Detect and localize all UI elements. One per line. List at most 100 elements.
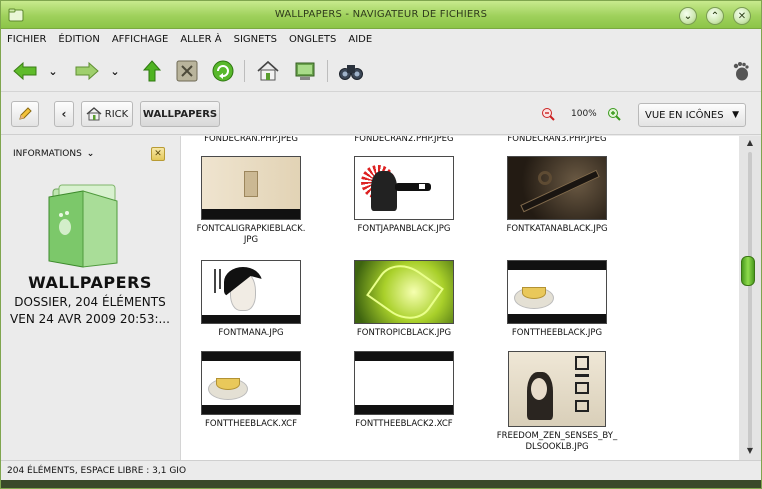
file-thumbnail xyxy=(354,260,454,324)
chevron-down-icon: ⌄ xyxy=(86,149,95,159)
file-item[interactable]: FONTMANA.JPG xyxy=(181,260,326,339)
menu-aller-a[interactable]: ALLER À xyxy=(180,34,221,45)
crumb-back-button[interactable]: ‹ xyxy=(54,101,74,127)
crumb-home-label: RICK xyxy=(104,108,129,120)
file-name: FONTROPICBLACK.JPG xyxy=(356,328,452,338)
scroll-down-button[interactable]: ▼ xyxy=(742,446,758,458)
icon-view[interactable]: FONDECRAN.PHP.JPEG FONDECRAN2.PHP.JPEG F… xyxy=(180,136,739,460)
zoom-in-button[interactable] xyxy=(607,107,621,124)
crumb-home[interactable]: RICK xyxy=(81,101,133,127)
main-toolbar: ⌄ ⌄ xyxy=(1,50,761,92)
file-name: FONTJAPANBLACK.JPG xyxy=(357,224,451,234)
zoom-level[interactable]: 100% xyxy=(571,109,597,119)
zoom-in-icon xyxy=(608,108,621,121)
toolbar-separator xyxy=(244,60,245,82)
crumb-current-label: WALLPAPERS xyxy=(142,108,218,120)
zoom-out-icon xyxy=(542,108,555,121)
home-button[interactable] xyxy=(254,58,282,84)
forward-arrow-icon xyxy=(75,61,99,81)
menu-signets[interactable]: SIGNETS xyxy=(234,34,277,45)
close-icon: ✕ xyxy=(737,10,747,22)
file-item[interactable]: FONTJAPANBLACK.JPG xyxy=(329,156,479,235)
reload-icon xyxy=(212,60,234,82)
menu-onglets[interactable]: ONGLETS xyxy=(289,34,336,45)
close-icon: ✕ xyxy=(154,149,162,159)
status-bar: 204 ÉLÉMENTS, ESPACE LIBRE : 3,1 GIO xyxy=(1,460,761,480)
desktop-strip xyxy=(1,480,761,488)
minimize-button[interactable]: ⌄ xyxy=(679,7,697,25)
vertical-scrollbar[interactable]: ▲ ▼ xyxy=(739,136,761,460)
file-name: FONTTHEEBLACK.XCF xyxy=(205,419,297,429)
zoom-out-button[interactable] xyxy=(541,107,555,124)
stop-icon xyxy=(176,60,198,82)
file-name: FREEDOM_ZEN_SENSES_BY_ DLSOOKLB.JPG xyxy=(496,431,618,452)
file-item[interactable]: FONTCALIGRAPKIEBLACK. JPG xyxy=(181,156,326,246)
file-thumbnail xyxy=(508,351,606,427)
file-item[interactable]: FONTKATANABLACK.JPG xyxy=(482,156,632,235)
back-arrow-icon xyxy=(13,61,37,81)
file-item[interactable]: FONTTHEEBLACK2.XCF xyxy=(329,351,479,430)
scroll-up-button[interactable]: ▲ xyxy=(742,138,758,150)
file-thumbnail xyxy=(201,260,301,324)
sidebar-close-button[interactable]: ✕ xyxy=(151,147,165,161)
file-item-partial[interactable]: FONDECRAN3.PHP.JPEG xyxy=(482,136,632,144)
sidebar-folder-name: WALLPAPERS xyxy=(28,273,152,292)
title-bar[interactable]: WALLPAPERS - NAVIGATEUR DE FICHIERS ⌄ ⌃ … xyxy=(1,1,761,29)
pencil-icon xyxy=(19,107,32,120)
forward-button[interactable] xyxy=(73,58,101,84)
computer-icon xyxy=(295,62,315,80)
stop-button[interactable] xyxy=(173,58,201,84)
sidebar-folder-info: DOSSIER, 204 ÉLÉMENTS xyxy=(14,295,166,309)
up-arrow-icon xyxy=(142,60,162,82)
file-thumbnail xyxy=(354,351,454,415)
file-thumbnail xyxy=(201,351,301,415)
menu-edition[interactable]: ÉDITION xyxy=(58,34,99,45)
close-button[interactable]: ✕ xyxy=(733,7,751,25)
file-name: FONTMANA.JPG xyxy=(218,328,284,338)
chevron-left-icon: ‹ xyxy=(61,107,67,121)
file-item-partial[interactable]: FONDECRAN2.PHP.JPEG xyxy=(329,136,479,144)
chevron-down-icon: ⌄ xyxy=(110,64,120,78)
info-sidebar: INFORMATIONS ⌄ ✕ WALLPAPERS DOSSIER, 204… xyxy=(1,136,179,460)
reload-button[interactable] xyxy=(209,58,237,84)
back-button[interactable] xyxy=(11,58,39,84)
home-icon xyxy=(86,107,102,121)
view-mode-select[interactable]: VUE EN ICÔNES ▼ xyxy=(638,103,746,127)
status-text: 204 ÉLÉMENTS, ESPACE LIBRE : 3,1 GIO xyxy=(7,465,187,476)
scroll-track[interactable] xyxy=(748,152,752,448)
file-name: FONTKATANABLACK.JPG xyxy=(506,224,608,234)
chevron-up-icon: ⌃ xyxy=(710,10,720,22)
forward-history-dropdown[interactable]: ⌄ xyxy=(107,58,123,84)
menu-aide[interactable]: AIDE xyxy=(348,34,372,45)
sidebar-header-label: INFORMATIONS xyxy=(13,149,82,159)
chevron-down-icon: ⌄ xyxy=(48,64,58,78)
window-title: WALLPAPERS - NAVIGATEUR DE FICHIERS xyxy=(274,9,488,20)
chevron-down-icon: ⌄ xyxy=(683,10,693,22)
file-item[interactable]: FONTTHEEBLACK.XCF xyxy=(181,351,326,430)
file-item[interactable]: FREEDOM_ZEN_SENSES_BY_ DLSOOKLB.JPG xyxy=(482,351,632,453)
back-history-dropdown[interactable]: ⌄ xyxy=(45,58,61,84)
folder-large-icon xyxy=(48,184,118,268)
search-button[interactable] xyxy=(337,58,365,84)
sidebar-folder-date: VEN 24 AVR 2009 20:53:... xyxy=(10,312,170,326)
toolbar-separator xyxy=(327,60,328,82)
file-thumbnail xyxy=(354,156,454,220)
menu-bar: FICHIER ÉDITION AFFICHAGE ALLER À SIGNET… xyxy=(1,29,761,49)
up-button[interactable] xyxy=(138,58,166,84)
chevron-down-icon: ▼ xyxy=(732,110,739,120)
maximize-button[interactable]: ⌃ xyxy=(706,7,724,25)
file-thumbnail xyxy=(507,156,607,220)
home-icon xyxy=(257,60,279,81)
scroll-thumb[interactable] xyxy=(741,256,755,286)
view-mode-label: VUE EN ICÔNES xyxy=(645,109,724,121)
sidebar-mode-select[interactable]: INFORMATIONS ⌄ xyxy=(13,149,94,159)
file-name: FONTTHEEBLACK2.XCF xyxy=(355,419,453,429)
file-item[interactable]: FONTROPICBLACK.JPG xyxy=(329,260,479,339)
menu-fichier[interactable]: FICHIER xyxy=(7,34,46,45)
computer-button[interactable] xyxy=(291,58,319,84)
menu-affichage[interactable]: AFFICHAGE xyxy=(112,34,169,45)
crumb-current[interactable]: WALLPAPERS xyxy=(140,101,220,127)
edit-location-button[interactable] xyxy=(11,101,39,127)
file-item[interactable]: FONTTHEEBLACK.JPG xyxy=(482,260,632,339)
file-item-partial[interactable]: FONDECRAN.PHP.JPEG xyxy=(181,136,326,144)
